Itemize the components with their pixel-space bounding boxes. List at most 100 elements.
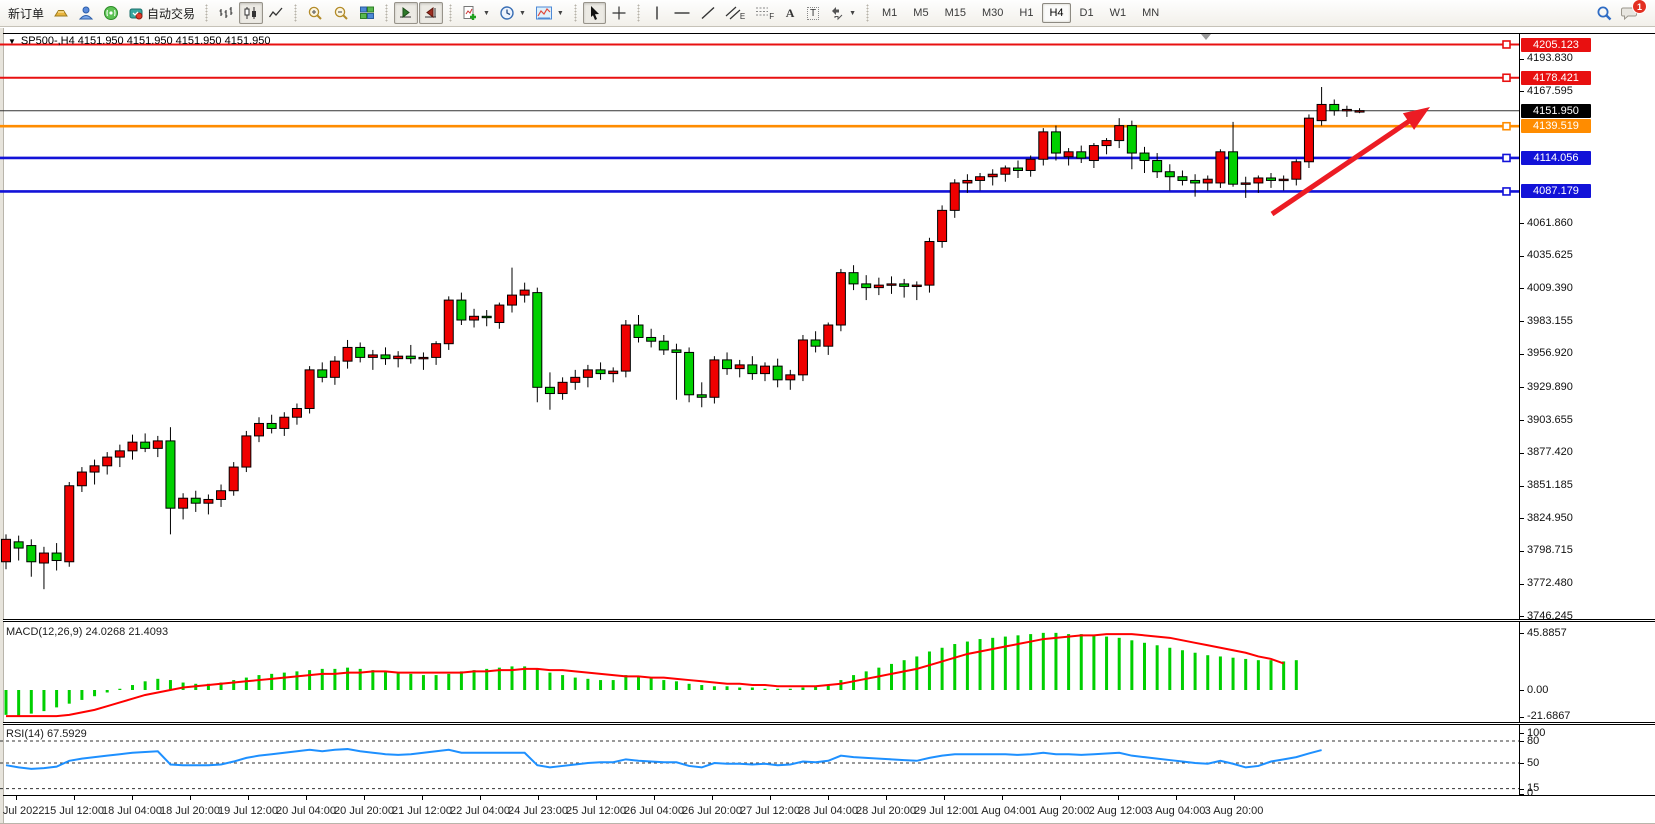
chart-properties-button[interactable]: ▼: [531, 2, 568, 24]
price-tick-label: 3929.890: [1527, 381, 1573, 394]
date-label: 22 Jul 04:00: [450, 805, 510, 817]
timeframe-button-m5[interactable]: M5: [906, 3, 935, 23]
date-label: 19 Jul 12:00: [218, 805, 278, 817]
bar-chart-button[interactable]: [214, 2, 238, 24]
chart-dropdown-caret-icon[interactable]: ▼: [8, 37, 16, 46]
date-tick: [306, 796, 307, 800]
gold-ingot-icon[interactable]: [49, 2, 73, 24]
ingot-icon: [53, 5, 69, 21]
date-tick: [712, 796, 713, 800]
price-chart-pane[interactable]: [0, 30, 1519, 619]
signals-button[interactable]: [99, 2, 123, 24]
timeframe-button-m15[interactable]: M15: [938, 3, 973, 23]
cursor-button[interactable]: [583, 2, 606, 24]
new-order-label: 新订单: [8, 5, 44, 22]
arrows-button[interactable]: ▼: [825, 2, 860, 24]
price-tick-label: 4035.625: [1527, 249, 1573, 262]
vertical-line-button[interactable]: [646, 2, 668, 24]
date-label: 21 Jul 12:00: [392, 805, 452, 817]
macd-label: MACD(12,26,9) 24.0268 21.4093: [6, 626, 168, 638]
date-tick: [1118, 796, 1119, 800]
date-label: 18 Jul 20:00: [160, 805, 220, 817]
fibonacci-button[interactable]: F: [750, 2, 778, 24]
trendline-button[interactable]: [696, 2, 720, 24]
equidistant-channel-button[interactable]: E: [721, 2, 749, 24]
rsi-splitter[interactable]: [3, 722, 1655, 725]
timeframe-button-m1[interactable]: M1: [875, 3, 904, 23]
timeframe-button-w1[interactable]: W1: [1103, 3, 1134, 23]
date-tick: [1002, 796, 1003, 800]
indicators-button[interactable]: ▼: [458, 2, 494, 24]
date-tick: [364, 796, 365, 800]
timeframe-button-d1[interactable]: D1: [1073, 3, 1101, 23]
price-tick: [1519, 256, 1524, 257]
date-tick: [828, 796, 829, 800]
toolbar-separator: [866, 4, 869, 22]
date-label: 20 Jul 04:00: [276, 805, 336, 817]
date-tick: [1060, 796, 1061, 800]
text-button[interactable]: A: [779, 2, 801, 24]
price-tick: [1519, 387, 1524, 388]
price-level-badge: 4205.123: [1521, 38, 1591, 52]
timeframe-button-mn[interactable]: MN: [1135, 3, 1166, 23]
macd-axis-label: -21.6867: [1527, 710, 1570, 723]
rsi-value: 67.5929: [47, 728, 87, 740]
price-tick: [1519, 420, 1524, 421]
chart-shift-button[interactable]: [419, 2, 443, 24]
crosshair-button[interactable]: [607, 2, 631, 24]
cursor-icon: [587, 5, 602, 21]
auto-trading-button[interactable]: 自动交易: [124, 2, 199, 24]
period-button[interactable]: ▼: [495, 2, 530, 24]
candlestick-chart-button[interactable]: [239, 2, 263, 24]
macd-pane[interactable]: [0, 622, 1519, 718]
search-button[interactable]: [1592, 2, 1617, 24]
timeframe-button-h4[interactable]: H4: [1042, 3, 1070, 23]
price-tick-label: 4167.595: [1527, 85, 1573, 98]
horizontal-line-button[interactable]: [669, 2, 695, 24]
trendline-icon: [700, 5, 716, 21]
zoom-out-button[interactable]: [329, 2, 354, 24]
price-level-badge: 4178.421: [1521, 71, 1591, 85]
notifications-button[interactable]: 1: [1617, 2, 1643, 24]
price-level-badge: 4139.519: [1521, 119, 1591, 133]
tile-windows-icon: [359, 5, 375, 21]
price-tick: [1519, 288, 1524, 289]
rsi-axis-label: 0: [1527, 787, 1533, 800]
macd-main-value: 24.0268: [85, 626, 125, 638]
chart-shift-marker-icon[interactable]: [1201, 34, 1211, 40]
date-tick: [886, 796, 887, 800]
search-icon: [1596, 5, 1613, 22]
chart-title: SP500-,H4 4151.950 4151.950 4151.950 415…: [21, 35, 271, 47]
line-chart-button[interactable]: [264, 2, 288, 24]
zoom-in-button[interactable]: [303, 2, 328, 24]
zoom-in-icon: [307, 5, 324, 22]
timeframe-button-m30[interactable]: M30: [975, 3, 1010, 23]
date-tick: [480, 796, 481, 800]
date-tick: [596, 796, 597, 800]
chart-window: ▼ SP500-,H4 4151.950 4151.950 4151.950 4…: [0, 28, 1655, 824]
rsi-pane[interactable]: [0, 726, 1519, 795]
new-order-button[interactable]: 新订单: [4, 2, 48, 24]
price-tick: [1519, 486, 1524, 487]
trader-profile-button[interactable]: [74, 2, 98, 24]
timeframe-button-h1[interactable]: H1: [1012, 3, 1040, 23]
chart-title-bar[interactable]: ▼ SP500-,H4 4151.950 4151.950 4151.950 4…: [8, 35, 270, 47]
price-tick: [1519, 551, 1524, 552]
rsi-axis-tick: [1519, 794, 1524, 795]
tile-windows-button[interactable]: [355, 2, 379, 24]
price-tick: [1519, 584, 1524, 585]
text-label-button[interactable]: T: [802, 2, 824, 24]
date-label: 15 Jul 12:00: [44, 805, 104, 817]
date-label: 26 Jul 20:00: [682, 805, 742, 817]
price-tick-label: 4193.830: [1527, 52, 1573, 65]
macd-signal-value: 21.4093: [128, 626, 168, 638]
chart-properties-icon: [535, 5, 553, 21]
channel-letter: E: [740, 12, 745, 21]
axis-separator[interactable]: [1519, 33, 1520, 795]
bar-chart-icon: [218, 5, 234, 21]
timeframe-group: M1M5M15M30H1H4D1W1MN: [875, 3, 1166, 23]
auto-scroll-button[interactable]: [394, 2, 418, 24]
price-tick: [1519, 91, 1524, 92]
date-tick: [248, 796, 249, 800]
price-tick-label: 4061.860: [1527, 217, 1573, 230]
